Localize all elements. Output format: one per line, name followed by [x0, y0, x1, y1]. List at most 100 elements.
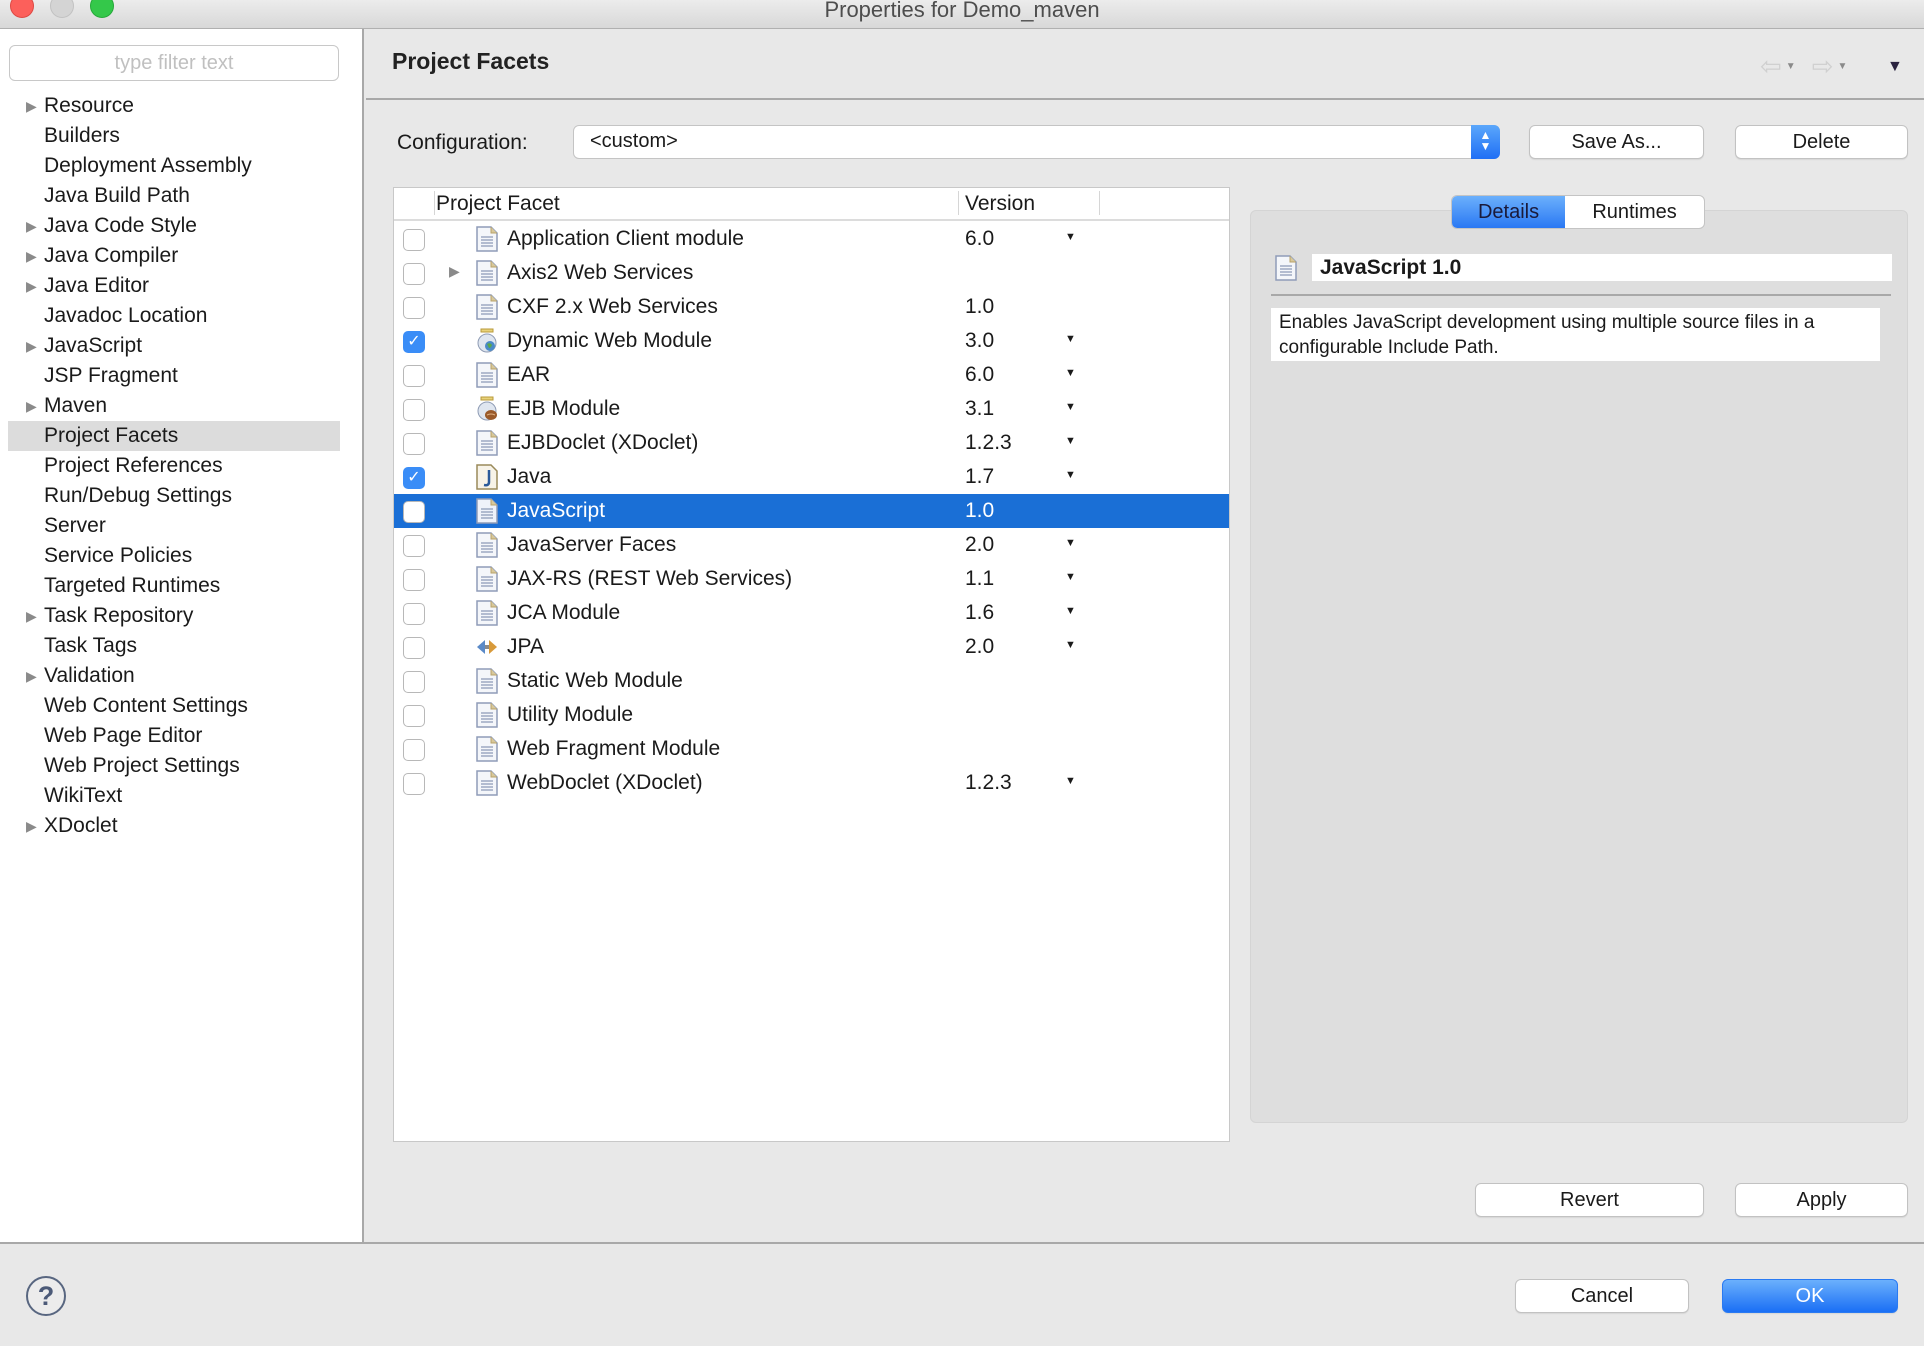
- facet-version[interactable]: 1.1: [965, 567, 994, 591]
- facet-version[interactable]: 1.0: [965, 499, 994, 523]
- expand-arrow-icon[interactable]: ▶: [26, 271, 37, 301]
- table-row[interactable]: Application Client module 6.0 ▼: [394, 222, 1229, 256]
- facet-checkbox[interactable]: [403, 773, 425, 795]
- facet-checkbox[interactable]: [403, 535, 425, 557]
- save-as-button[interactable]: Save As...: [1529, 125, 1704, 159]
- table-row[interactable]: JPA 2.0 ▼: [394, 630, 1229, 664]
- sidebar-item[interactable]: WikiText: [8, 781, 340, 811]
- table-row[interactable]: EJB Module 3.1 ▼: [394, 392, 1229, 426]
- facet-checkbox[interactable]: [403, 637, 425, 659]
- filter-input[interactable]: [9, 45, 339, 81]
- back-arrow-icon[interactable]: ⇦: [1760, 53, 1782, 79]
- table-row[interactable]: JCA Module 1.6 ▼: [394, 596, 1229, 630]
- sidebar-item[interactable]: ▶ Java Code Style: [8, 211, 340, 241]
- facet-checkbox[interactable]: ✓: [403, 331, 425, 353]
- column-header-version[interactable]: Version: [965, 192, 1035, 216]
- sidebar-item[interactable]: Project References: [8, 451, 340, 481]
- revert-button[interactable]: Revert: [1475, 1183, 1704, 1217]
- version-dropdown-icon[interactable]: ▼: [1065, 231, 1076, 243]
- facet-version[interactable]: 6.0: [965, 363, 994, 387]
- table-row[interactable]: EAR 6.0 ▼: [394, 358, 1229, 392]
- expand-arrow-icon[interactable]: ▶: [26, 601, 37, 631]
- facet-version[interactable]: 1.2.3: [965, 771, 1012, 795]
- sidebar-item[interactable]: JSP Fragment: [8, 361, 340, 391]
- delete-button[interactable]: Delete: [1735, 125, 1908, 159]
- version-dropdown-icon[interactable]: ▼: [1065, 333, 1076, 345]
- version-dropdown-icon[interactable]: ▼: [1065, 639, 1076, 651]
- facet-checkbox[interactable]: [403, 399, 425, 421]
- facet-checkbox[interactable]: [403, 263, 425, 285]
- version-dropdown-icon[interactable]: ▼: [1065, 571, 1076, 583]
- facet-checkbox[interactable]: [403, 739, 425, 761]
- table-row[interactable]: EJBDoclet (XDoclet) 1.2.3 ▼: [394, 426, 1229, 460]
- facet-version[interactable]: 2.0: [965, 533, 994, 557]
- expand-arrow-icon[interactable]: ▶: [26, 811, 37, 841]
- sidebar-item[interactable]: Builders: [8, 121, 340, 151]
- facet-checkbox[interactable]: [403, 229, 425, 251]
- sidebar-item[interactable]: Web Project Settings: [8, 751, 340, 781]
- expand-arrow-icon[interactable]: ▶: [26, 331, 37, 361]
- facet-version[interactable]: 2.0: [965, 635, 994, 659]
- facet-version[interactable]: 1.6: [965, 601, 994, 625]
- cancel-button[interactable]: Cancel: [1515, 1279, 1689, 1313]
- column-header-facet[interactable]: Project Facet: [436, 192, 560, 216]
- expand-arrow-icon[interactable]: ▶: [26, 241, 37, 271]
- facet-version[interactable]: 1.0: [965, 295, 994, 319]
- version-dropdown-icon[interactable]: ▼: [1065, 469, 1076, 481]
- facet-version[interactable]: 3.0: [965, 329, 994, 353]
- sidebar-item[interactable]: Java Build Path: [8, 181, 340, 211]
- expand-arrow-icon[interactable]: ▶: [26, 211, 37, 241]
- facet-checkbox[interactable]: ✓: [403, 467, 425, 489]
- table-row[interactable]: ✓ Dynamic Web Module 3.0 ▼: [394, 324, 1229, 358]
- table-row[interactable]: CXF 2.x Web Services 1.0: [394, 290, 1229, 324]
- version-dropdown-icon[interactable]: ▼: [1065, 435, 1076, 447]
- expand-arrow-icon[interactable]: ▶: [26, 391, 37, 421]
- forward-history-dropdown-icon[interactable]: ▼: [1838, 61, 1848, 72]
- sidebar-item[interactable]: Server: [8, 511, 340, 541]
- facet-checkbox[interactable]: [403, 433, 425, 455]
- chevron-up-down-icon[interactable]: ▲ ▼: [1471, 125, 1500, 159]
- facet-version[interactable]: 1.7: [965, 465, 994, 489]
- facet-checkbox[interactable]: [403, 297, 425, 319]
- facet-checkbox[interactable]: [403, 501, 425, 523]
- version-dropdown-icon[interactable]: ▼: [1065, 537, 1076, 549]
- configuration-select[interactable]: <custom> ▲ ▼: [573, 125, 1500, 159]
- facet-checkbox[interactable]: [403, 671, 425, 693]
- expand-arrow-icon[interactable]: ▶: [26, 661, 37, 691]
- back-history-dropdown-icon[interactable]: ▼: [1786, 61, 1796, 72]
- version-dropdown-icon[interactable]: ▼: [1065, 605, 1076, 617]
- sidebar-item[interactable]: ▶ Java Editor: [8, 271, 340, 301]
- expand-arrow-icon[interactable]: ▶: [26, 91, 37, 121]
- facet-version[interactable]: 3.1: [965, 397, 994, 421]
- facet-checkbox[interactable]: [403, 705, 425, 727]
- help-icon[interactable]: ?: [26, 1276, 66, 1316]
- sidebar-item[interactable]: Targeted Runtimes: [8, 571, 340, 601]
- table-row[interactable]: Utility Module: [394, 698, 1229, 732]
- tab-details[interactable]: Details: [1452, 196, 1566, 228]
- sidebar-item[interactable]: Run/Debug Settings: [8, 481, 340, 511]
- facet-checkbox[interactable]: [403, 603, 425, 625]
- expand-arrow-icon[interactable]: ▶: [449, 263, 460, 280]
- version-dropdown-icon[interactable]: ▼: [1065, 367, 1076, 379]
- sidebar-item[interactable]: Javadoc Location: [8, 301, 340, 331]
- sidebar-item[interactable]: Project Facets: [8, 421, 340, 451]
- facet-checkbox[interactable]: [403, 365, 425, 387]
- apply-button[interactable]: Apply: [1735, 1183, 1908, 1217]
- facet-version[interactable]: 1.2.3: [965, 431, 1012, 455]
- facet-version[interactable]: 6.0: [965, 227, 994, 251]
- table-row[interactable]: Web Fragment Module: [394, 732, 1229, 766]
- sidebar-item[interactable]: Task Tags: [8, 631, 340, 661]
- sidebar-item[interactable]: ▶ XDoclet: [8, 811, 340, 841]
- ok-button[interactable]: OK: [1722, 1279, 1898, 1313]
- table-row[interactable]: ▶ Axis2 Web Services: [394, 256, 1229, 290]
- table-row[interactable]: JavaScript 1.0: [394, 494, 1229, 528]
- forward-arrow-icon[interactable]: ⇨: [1812, 53, 1834, 79]
- version-dropdown-icon[interactable]: ▼: [1065, 775, 1076, 787]
- sidebar-item[interactable]: ▶ Resource: [8, 91, 340, 121]
- tab-runtimes[interactable]: Runtimes: [1565, 196, 1704, 228]
- sidebar-item[interactable]: Web Page Editor: [8, 721, 340, 751]
- table-row[interactable]: Static Web Module: [394, 664, 1229, 698]
- sidebar-item[interactable]: ▶ Validation: [8, 661, 340, 691]
- sidebar-item[interactable]: Deployment Assembly: [8, 151, 340, 181]
- version-dropdown-icon[interactable]: ▼: [1065, 401, 1076, 413]
